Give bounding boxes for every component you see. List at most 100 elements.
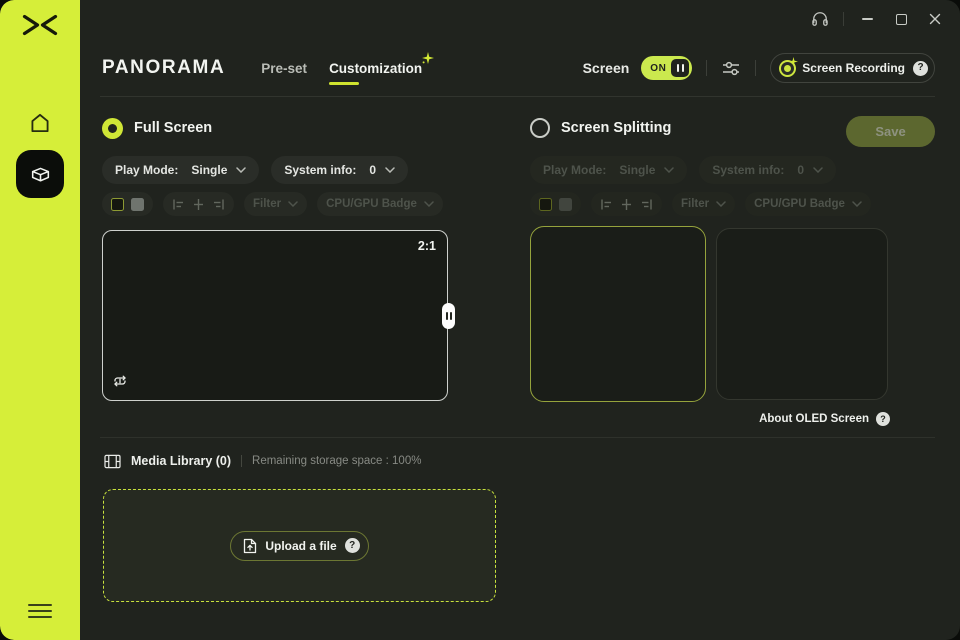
cpu-gpu-badge-label: CPU/GPU Badge [754, 198, 845, 210]
filter-label: Filter [681, 198, 710, 210]
play-mode-label: Play Mode: [115, 163, 179, 177]
pause-icon[interactable] [671, 59, 690, 77]
play-mode-dropdown[interactable]: Play Mode: Single [102, 156, 260, 184]
screen-label: Screen [582, 60, 630, 76]
outline-square-icon [539, 197, 552, 211]
chevron-down-icon [852, 201, 862, 207]
screen-recording-button[interactable]: Screen Recording ? [770, 53, 935, 83]
sidebar-item-screen-box[interactable] [16, 150, 64, 198]
save-button[interactable]: Save [846, 116, 935, 147]
screen-splitting-radio[interactable] [530, 118, 550, 138]
home-icon [31, 113, 49, 133]
upload-file-label: Upload a file [265, 538, 337, 553]
system-info-dropdown-disabled: System info: 0 [699, 156, 837, 184]
headphones-icon [812, 12, 828, 26]
system-info-label: System info: [284, 163, 357, 177]
media-section-rule [100, 437, 935, 438]
maximize-button[interactable] [884, 4, 918, 34]
fill-mode-toggle[interactable] [102, 192, 153, 216]
filled-square-icon [559, 197, 572, 211]
chevron-down-icon [385, 167, 395, 173]
recording-help-icon[interactable]: ? [913, 60, 928, 76]
media-divider [241, 455, 243, 467]
tab-customization-label: Customization [329, 60, 423, 76]
tab-pre-set[interactable]: Pre-set [261, 61, 307, 76]
chevron-down-icon [424, 201, 434, 207]
file-upload-icon [244, 538, 257, 553]
split-zone-right[interactable] [716, 228, 888, 400]
upload-file-button[interactable]: Upload a file ? [230, 530, 369, 561]
brand-logo-icon [21, 12, 59, 43]
split-preview-row [530, 226, 936, 402]
system-info-dropdown[interactable]: System info: 0 [271, 156, 409, 184]
full-screen-pill-row: Play Mode: Single System info: 0 [102, 156, 450, 184]
cpu-gpu-badge-dropdown: CPU/GPU Badge [317, 192, 443, 216]
chevron-down-icon [813, 167, 823, 173]
screen-splitting-tools-row: Filter CPU/GPU Badge [530, 192, 936, 216]
maximize-icon [895, 13, 907, 25]
play-mode-label: Play Mode: [543, 163, 607, 177]
play-mode-value: Single [191, 163, 228, 177]
full-screen-header: Full Screen [102, 114, 450, 142]
media-library-header: Media Library (0) Remaining storage spac… [104, 451, 421, 471]
filter-dropdown-disabled: Filter [672, 192, 736, 216]
upload-dropzone[interactable]: Upload a file ? [103, 489, 496, 602]
system-info-value: 0 [369, 163, 377, 177]
menu-icon[interactable] [28, 600, 52, 622]
split-zone-left[interactable] [530, 226, 706, 402]
filled-square-icon[interactable] [131, 197, 144, 211]
header-divider [755, 60, 757, 76]
system-info-value: 0 [797, 163, 805, 177]
filter-dropdown: Filter [244, 192, 308, 216]
close-icon [929, 13, 941, 25]
about-oled-label: About OLED Screen [759, 413, 869, 425]
upload-help-icon[interactable]: ? [344, 538, 360, 553]
screen-power-toggle[interactable]: ON [641, 56, 693, 80]
align-left-icon[interactable] [172, 198, 185, 211]
film-strip-icon [104, 454, 121, 468]
support-headphones-button[interactable] [803, 4, 837, 34]
sidebar-item-home[interactable] [27, 110, 53, 136]
play-mode-value: Single [619, 163, 656, 177]
app-header: PANORAMA Pre-set Customization Screen ON [102, 50, 935, 86]
minimize-icon [861, 18, 873, 20]
close-button[interactable] [918, 4, 952, 34]
chevron-down-icon [664, 167, 675, 173]
alignment-toggle[interactable] [163, 192, 234, 216]
sidebar [0, 0, 80, 640]
screen-preview: 2:1 [102, 230, 455, 401]
play-mode-dropdown-disabled: Play Mode: Single [530, 156, 688, 184]
minimize-button[interactable] [850, 4, 884, 34]
box-icon [31, 167, 49, 182]
full-screen-title: Full Screen [134, 120, 213, 136]
tab-bar: Pre-set Customization [261, 51, 435, 85]
toggle-state-label: ON [650, 62, 667, 74]
align-left-icon [601, 199, 611, 209]
fill-mode-toggle-disabled [530, 192, 581, 216]
cpu-gpu-badge-label: CPU/GPU Badge [326, 198, 417, 210]
align-center-icon [622, 198, 631, 210]
cpu-gpu-badge-dropdown-disabled: CPU/GPU Badge [745, 192, 871, 216]
loop-playback-button[interactable] [112, 374, 128, 393]
tab-active-underline [329, 81, 360, 85]
preview-pause-handle[interactable] [442, 302, 455, 329]
repeat-icon [114, 375, 126, 387]
record-dot-icon [781, 56, 799, 75]
tab-customization[interactable]: Customization [329, 51, 435, 85]
align-right-icon [642, 199, 652, 209]
align-center-icon[interactable] [192, 198, 205, 211]
header-rule [100, 96, 935, 97]
header-right-controls: Screen ON Screen Recording ? [583, 53, 935, 83]
about-help-icon[interactable]: ? [876, 412, 890, 426]
full-screen-radio[interactable] [102, 117, 123, 139]
alignment-toggle-disabled [591, 192, 662, 216]
screen-splitting-pill-row: Play Mode: Single System info: 0 [530, 156, 936, 184]
align-right-icon[interactable] [212, 198, 225, 211]
tab-pre-set-label: Pre-set [261, 60, 308, 76]
app-window: PANORAMA Pre-set Customization Screen ON [0, 0, 960, 640]
page-title: PANORAMA [102, 57, 226, 78]
display-settings-button[interactable] [721, 59, 741, 78]
sliders-icon [723, 61, 740, 75]
outline-square-icon[interactable] [111, 197, 124, 211]
sparkle-icon [422, 51, 435, 67]
